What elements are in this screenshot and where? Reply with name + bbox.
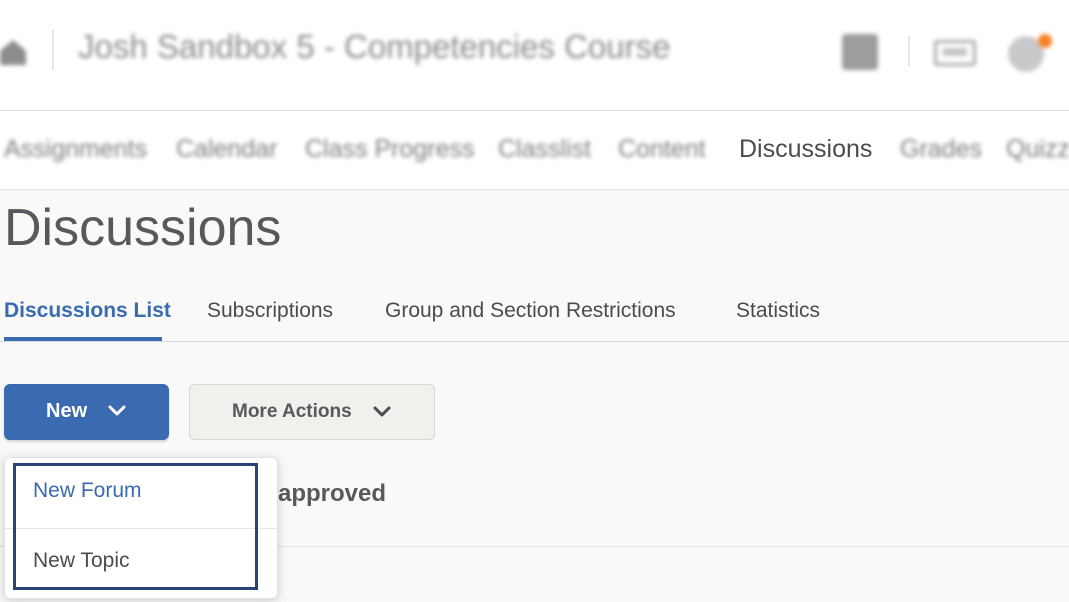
menu-divider	[5, 528, 277, 529]
new-dropdown-menu: New Forum New Topic	[4, 457, 278, 599]
nav-item-class-progress[interactable]: Class Progress	[305, 135, 475, 164]
discussions-tabs: Discussions List Subscriptions Group and…	[0, 290, 1069, 342]
nav-item-classlist[interactable]: Classlist	[498, 135, 591, 164]
home-icon[interactable]	[0, 37, 26, 67]
new-button-label: New	[46, 400, 88, 422]
content-heading-partial: approved	[278, 480, 387, 507]
course-title[interactable]: Josh Sandbox 5 - Competencies Course	[78, 28, 671, 66]
tab-discussions-list[interactable]: Discussions List	[4, 299, 171, 323]
page-title: Discussions	[4, 199, 282, 257]
nav-item-content[interactable]: Content	[618, 135, 706, 164]
tab-statistics[interactable]: Statistics	[736, 299, 820, 323]
nav-item-calendar[interactable]: Calendar	[176, 135, 277, 164]
tab-group-section-restrictions[interactable]: Group and Section Restrictions	[385, 299, 676, 323]
menu-item-new-forum[interactable]: New Forum	[33, 479, 142, 503]
header-divider	[908, 36, 910, 66]
nav-item-grades[interactable]: Grades	[900, 135, 982, 164]
nav-item-assignments[interactable]: Assignments	[4, 135, 147, 164]
more-actions-label: More Actions	[232, 401, 352, 422]
grid-icon[interactable]	[842, 34, 878, 70]
active-tab-indicator	[4, 337, 162, 341]
chevron-down-icon	[373, 406, 391, 417]
nav-item-discussions[interactable]: Discussions	[739, 135, 872, 164]
menu-item-new-topic[interactable]: New Topic	[33, 549, 130, 573]
nav-item-quizzes[interactable]: Quizz	[1006, 135, 1069, 164]
notification-dot	[1038, 34, 1052, 48]
more-actions-button[interactable]: More Actions	[189, 384, 435, 440]
new-button[interactable]: New	[4, 384, 169, 440]
course-navbar: Assignments Calendar Class Progress Clas…	[0, 110, 1069, 190]
header-divider	[52, 30, 54, 70]
mail-icon[interactable]	[934, 40, 976, 66]
chevron-down-icon	[108, 405, 126, 416]
top-navbar: Josh Sandbox 5 - Competencies Course	[0, 0, 1069, 110]
tab-subscriptions[interactable]: Subscriptions	[207, 299, 333, 323]
